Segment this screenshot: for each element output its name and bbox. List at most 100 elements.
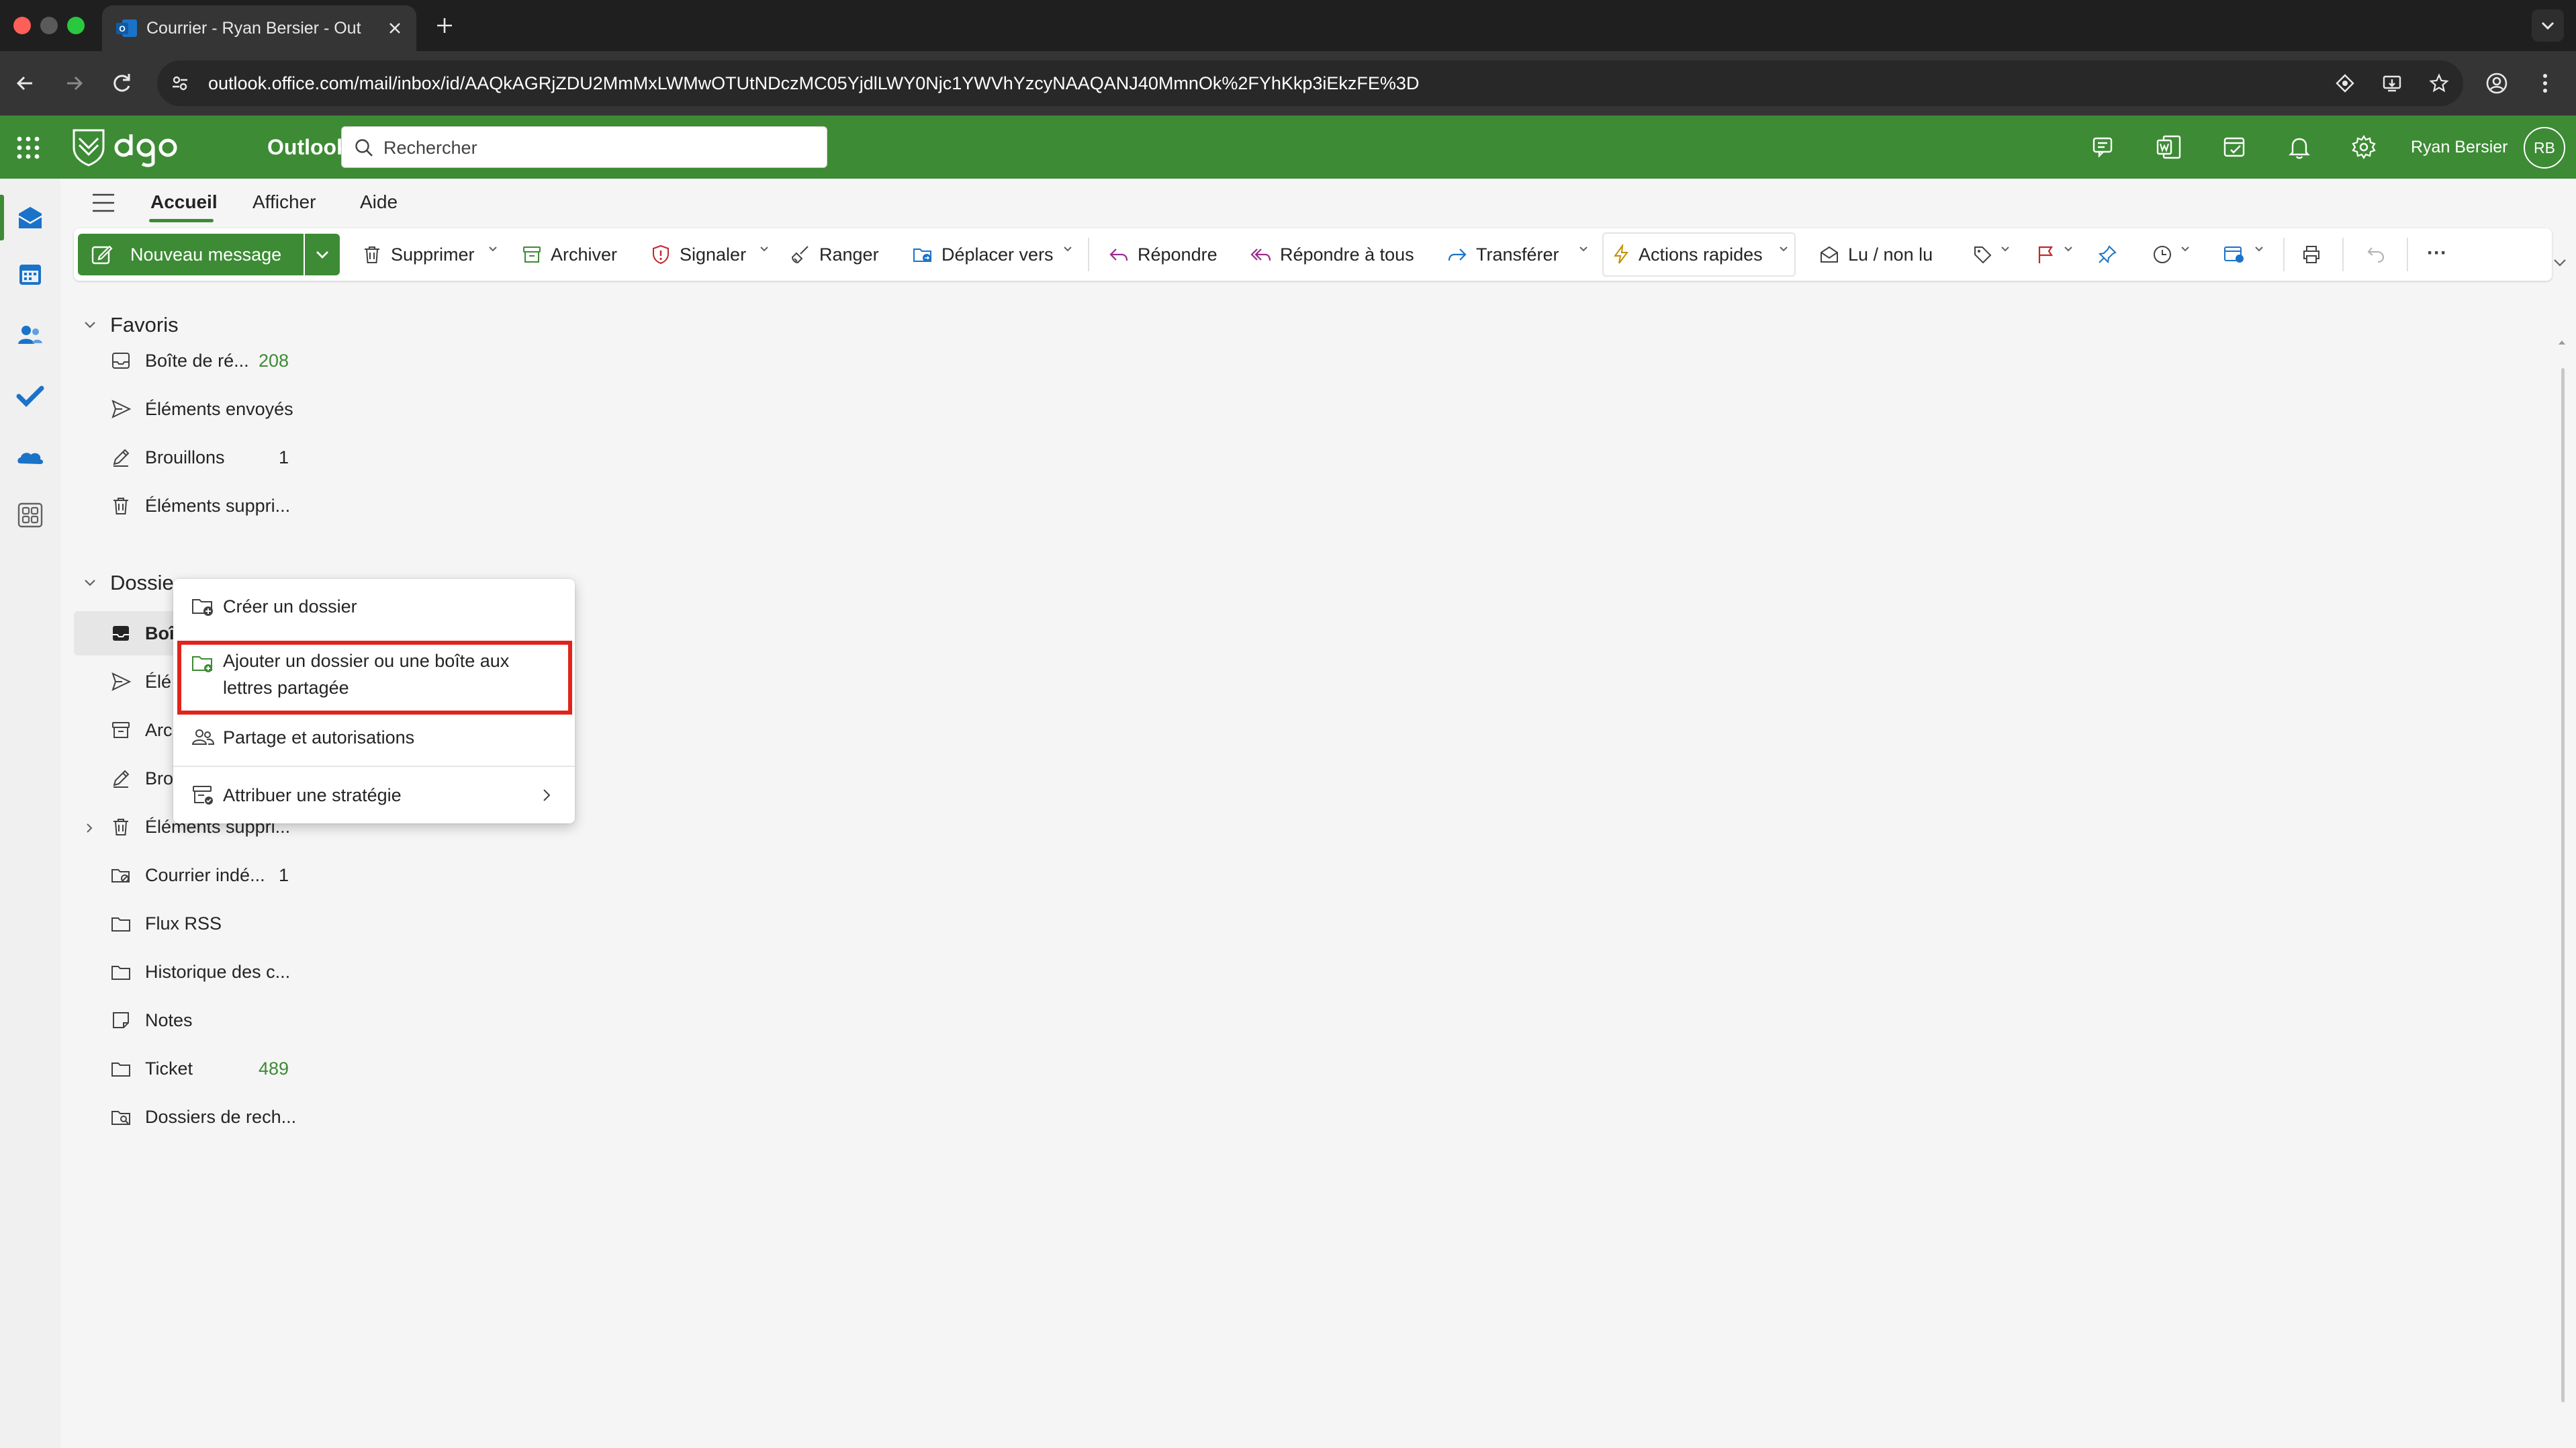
chevron-down-icon[interactable] xyxy=(1578,245,1589,253)
quick-actions-button[interactable]: Actions rapides xyxy=(1602,232,1796,277)
folder-label: Éléments suppri... xyxy=(145,496,291,516)
tab-search-button[interactable] xyxy=(2532,9,2564,42)
maximize-window-button[interactable] xyxy=(67,17,85,34)
delete-button[interactable]: Supprimer xyxy=(361,234,509,275)
back-arrow-icon[interactable] xyxy=(9,67,42,99)
chevron-down-icon[interactable] xyxy=(2063,245,2074,253)
browser-tab[interactable]: O Courrier - Ryan Bersier - Outl xyxy=(102,5,416,51)
outlook-favicon-icon: O xyxy=(116,19,137,37)
user-name[interactable]: Ryan Bersier xyxy=(2411,116,2508,179)
settings-gear-icon[interactable] xyxy=(2349,132,2379,162)
browser-menu-icon[interactable] xyxy=(2529,67,2561,99)
reply-icon xyxy=(1109,248,1128,261)
folder-item-history[interactable]: Historique des c... xyxy=(60,950,322,994)
reply-button[interactable]: Répondre xyxy=(1108,234,1236,275)
chevron-down-icon[interactable] xyxy=(2552,257,2568,269)
people-app-icon[interactable] xyxy=(15,320,46,351)
create-folder-menu-item[interactable]: Créer un dossier xyxy=(173,579,575,634)
print-icon[interactable] xyxy=(2301,244,2322,265)
rules-icon[interactable] xyxy=(2223,244,2246,265)
onedrive-icon[interactable] xyxy=(15,442,46,473)
folder-item-rss[interactable]: Flux RSS xyxy=(60,901,322,946)
word-icon[interactable] xyxy=(2154,132,2184,162)
app-launcher-icon[interactable] xyxy=(15,134,42,161)
folder-icon xyxy=(111,966,130,980)
report-button[interactable]: Signaler xyxy=(650,234,784,275)
tab-afficher[interactable]: Afficher xyxy=(252,179,316,226)
bell-icon[interactable] xyxy=(2285,132,2314,162)
folder-item-search-folders[interactable]: Dossiers de rech... xyxy=(60,1095,322,1139)
folder-item-ticket[interactable]: Ticket 489 xyxy=(60,1046,322,1091)
folder-item-notes[interactable]: Notes xyxy=(60,998,322,1042)
add-shared-folder-menu-item[interactable]: Ajouter un dossier ou une boîte aux lett… xyxy=(173,638,575,712)
forward-icon xyxy=(1448,248,1467,261)
install-app-icon[interactable] xyxy=(2381,73,2403,94)
forward-button[interactable]: Transférer xyxy=(1446,234,1581,275)
more-apps-icon[interactable] xyxy=(15,500,46,531)
mail-icon[interactable] xyxy=(15,203,46,234)
new-message-dropdown[interactable] xyxy=(305,234,340,275)
my-day-icon[interactable] xyxy=(2220,132,2250,162)
bookmark-star-icon[interactable] xyxy=(2428,73,2450,94)
sharing-permissions-menu-item[interactable]: Partage et autorisations xyxy=(173,712,575,764)
chevron-down-icon[interactable] xyxy=(1778,245,1789,253)
forward-arrow-icon[interactable] xyxy=(58,67,90,99)
teams-chat-icon[interactable] xyxy=(2090,132,2119,162)
chevron-right-icon[interactable] xyxy=(85,822,94,834)
profile-icon[interactable] xyxy=(2481,67,2513,99)
address-bar[interactable]: outlook.office.com/mail/inbox/id/AAQkAGR… xyxy=(157,60,2463,106)
move-to-button[interactable]: Déplacer vers xyxy=(912,234,1066,275)
reload-icon[interactable] xyxy=(106,67,138,99)
tag-icon[interactable] xyxy=(1972,244,1993,265)
toolbar-divider xyxy=(2407,238,2408,271)
site-info-icon[interactable] xyxy=(169,73,191,94)
sweep-button[interactable]: Ranger xyxy=(790,234,904,275)
calendar-icon[interactable] xyxy=(15,259,46,290)
add-shared-folder-icon xyxy=(192,656,212,672)
avatar[interactable]: RB xyxy=(2524,127,2565,169)
reading-pane xyxy=(322,289,2559,1448)
lens-icon[interactable] xyxy=(2334,73,2356,94)
new-message-button[interactable]: Nouveau message xyxy=(78,234,304,275)
folder-icon xyxy=(111,917,130,932)
undo-icon[interactable] xyxy=(2365,244,2387,265)
new-tab-icon[interactable] xyxy=(430,11,459,40)
search-input[interactable]: Rechercher xyxy=(341,126,827,168)
scrollbar[interactable] xyxy=(2561,368,2565,1402)
close-tab-icon[interactable] xyxy=(385,19,404,38)
folder-item-drafts-favorite[interactable]: Brouillons 1 xyxy=(60,435,322,480)
scroll-up-arrow-icon[interactable] xyxy=(2556,332,2568,353)
shield-warning-icon xyxy=(653,244,669,265)
app-name[interactable]: Outlook xyxy=(267,116,349,179)
pin-icon[interactable] xyxy=(2097,244,2118,265)
chevron-down-icon[interactable] xyxy=(2254,245,2264,253)
todo-icon[interactable] xyxy=(15,380,46,411)
chevron-down-icon[interactable] xyxy=(759,245,770,253)
new-folder-icon xyxy=(192,599,213,616)
assign-policy-menu-item[interactable]: Attribuer une stratégie xyxy=(173,768,575,822)
hamburger-menu-icon[interactable] xyxy=(90,191,117,215)
chevron-down-icon[interactable] xyxy=(2000,245,2011,253)
folder-item-inbox-favorite[interactable]: Boîte de ré... 208 xyxy=(60,338,322,383)
chevron-down-icon[interactable] xyxy=(488,245,498,253)
folder-item-deleted-favorite[interactable]: Éléments suppri... xyxy=(60,484,322,528)
report-label: Signaler xyxy=(680,244,747,265)
read-unread-button[interactable]: Lu / non lu xyxy=(1819,234,1946,275)
folder-item-junk[interactable]: Courrier indé... 1 xyxy=(60,853,322,897)
flag-icon[interactable] xyxy=(2035,244,2056,265)
folder-item-sent-favorite[interactable]: Éléments envoyés xyxy=(60,387,322,431)
browser-tab-bar: O Courrier - Ryan Bersier - Outl xyxy=(0,0,2576,51)
svg-text:O: O xyxy=(119,24,125,34)
tab-aide[interactable]: Aide xyxy=(360,179,398,226)
more-options-button[interactable]: ··· xyxy=(2427,228,2447,278)
reply-all-button[interactable]: Répondre à tous xyxy=(1250,234,1432,275)
archive-button[interactable]: Archiver xyxy=(521,234,655,275)
organization-logo[interactable] xyxy=(70,125,177,168)
close-window-button[interactable] xyxy=(13,17,31,34)
snooze-clock-icon[interactable] xyxy=(2152,244,2173,265)
chevron-down-icon[interactable] xyxy=(1062,245,1073,253)
item-count-badge: 1 xyxy=(278,865,289,885)
chevron-down-icon xyxy=(85,322,95,328)
chevron-down-icon[interactable] xyxy=(2180,245,2191,253)
minimize-window-button[interactable] xyxy=(40,17,58,34)
